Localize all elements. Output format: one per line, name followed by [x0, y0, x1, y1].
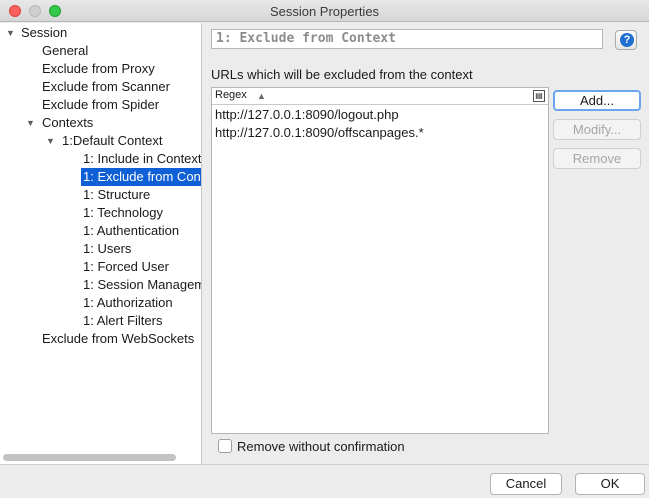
modify-button[interactable]: Modify... [553, 119, 641, 140]
column-control-icon[interactable]: ▤ [533, 90, 545, 102]
add-button[interactable]: Add... [553, 90, 641, 111]
section-label: URLs which will be excluded from the con… [211, 67, 473, 82]
expand-arrow-icon[interactable]: ▼ [26, 114, 35, 132]
tree-node-default-context[interactable]: 1:Default Context [62, 132, 162, 150]
tree-node-authentication[interactable]: 1: Authentication [83, 222, 179, 240]
title-bar: Session Properties [0, 0, 649, 22]
help-icon: ? [620, 33, 634, 47]
table-row[interactable]: http://127.0.0.1:8090/logout.php [215, 106, 399, 124]
expand-arrow-icon[interactable]: ▼ [6, 24, 15, 42]
remove-button[interactable]: Remove [553, 148, 641, 169]
table-header[interactable]: Regex ▲ ▤ [212, 88, 548, 105]
ok-button[interactable]: OK [575, 473, 645, 495]
expand-arrow-icon[interactable]: ▼ [46, 132, 55, 150]
tree-node-structure[interactable]: 1: Structure [83, 186, 150, 204]
tree-node-authorization[interactable]: 1: Authorization [83, 294, 173, 312]
tree-node-users[interactable]: 1: Users [83, 240, 131, 258]
window-title: Session Properties [269, 4, 380, 19]
checkbox-label: Remove without confirmation [237, 439, 405, 454]
tree-node-exclude-from-context[interactable]: 1: Exclude from Context [81, 168, 201, 186]
tree-node-exclude-scanner[interactable]: Exclude from Scanner [42, 78, 170, 96]
tree-horizontal-scrollbar[interactable] [3, 454, 176, 461]
tree-node-alert-filters[interactable]: 1: Alert Filters [83, 312, 162, 330]
help-button[interactable]: ? [615, 30, 637, 50]
tree-node-exclude-spider[interactable]: Exclude from Spider [42, 96, 159, 114]
tree-node-contexts[interactable]: Contexts [42, 114, 93, 132]
sort-ascending-icon: ▲ [257, 91, 266, 101]
remove-without-confirmation-checkbox[interactable] [218, 439, 232, 453]
tree-node-exclude-proxy[interactable]: Exclude from Proxy [42, 60, 155, 78]
session-tree: ▼ Session General Exclude from Proxy Exc… [0, 23, 202, 464]
tree-node-technology[interactable]: 1: Technology [83, 204, 163, 222]
dialog-footer: Cancel OK [0, 464, 649, 498]
table-row[interactable]: http://127.0.0.1:8090/offscanpages.* [215, 124, 424, 142]
regex-table[interactable]: Regex ▲ ▤ http://127.0.0.1:8090/logout.p… [211, 87, 549, 434]
cancel-button[interactable]: Cancel [490, 473, 562, 495]
tree-node-exclude-websockets[interactable]: Exclude from WebSockets [42, 330, 194, 348]
tree-node-session[interactable]: Session [21, 24, 67, 42]
tree-node-include-in-context[interactable]: 1: Include in Context [83, 150, 201, 168]
exclude-from-context-panel: 1: Exclude from Context ? URLs which wil… [203, 23, 649, 464]
tree-node-general[interactable]: General [42, 42, 88, 60]
tree-node-session-management[interactable]: 1: Session Management [83, 276, 201, 294]
context-panel-name-field: 1: Exclude from Context [211, 29, 603, 49]
column-header-regex[interactable]: Regex [215, 89, 247, 101]
tree-node-forced-user[interactable]: 1: Forced User [83, 258, 169, 276]
